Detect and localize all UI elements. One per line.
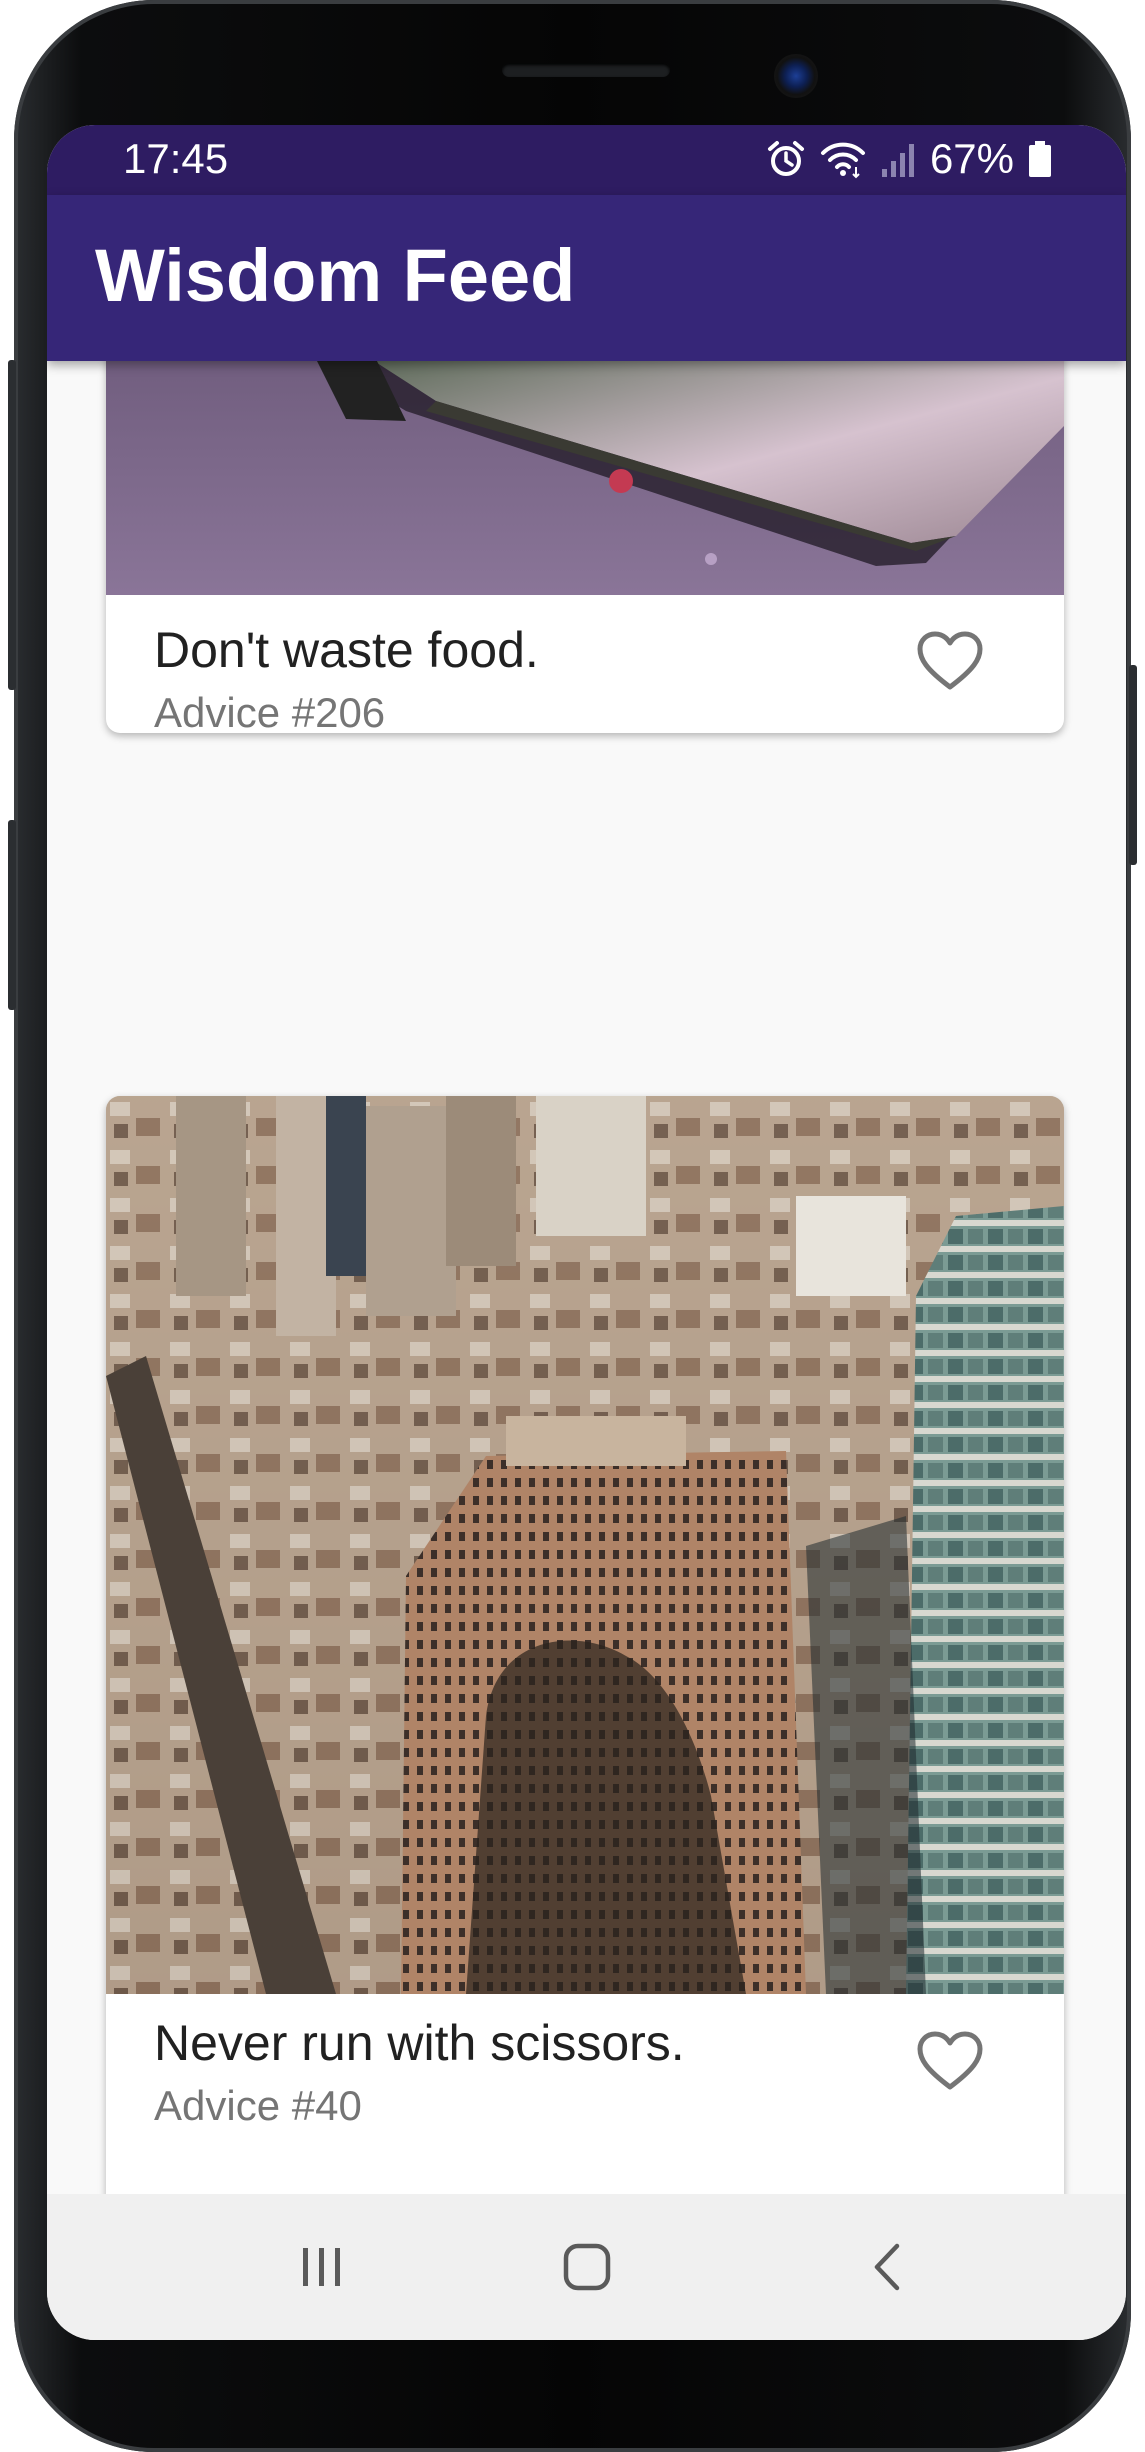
bixby-button	[8, 820, 16, 1010]
status-icons: 67%	[766, 135, 1052, 183]
signal-icon	[880, 139, 916, 179]
phone-frame: 17:45 67% Wisdom Feed Don't waste food. …	[8, 0, 1137, 2452]
front-camera	[774, 54, 818, 98]
wifi-icon	[820, 139, 866, 179]
home-icon[interactable]	[547, 2234, 627, 2300]
earpiece-speaker	[502, 63, 670, 77]
heart-outline-icon[interactable]	[916, 2031, 984, 2093]
battery-percent: 67%	[929, 135, 1014, 182]
card-image	[106, 361, 1064, 595]
advice-card[interactable]: Never run with scissors. Advice #40	[106, 1096, 1064, 2194]
alarm-icon	[766, 139, 806, 179]
app-bar: Wisdom Feed	[47, 195, 1126, 361]
system-nav-bar	[47, 2194, 1126, 2340]
card-image	[106, 1096, 1064, 1994]
app-title: Wisdom Feed	[95, 234, 576, 317]
status-time: 17:45	[123, 135, 229, 182]
advice-feed[interactable]: Don't waste food. Advice #206 Never run …	[47, 361, 1126, 2194]
advice-text: Never run with scissors.	[154, 2015, 685, 2071]
power-button	[1129, 665, 1137, 865]
heart-outline-icon[interactable]	[916, 631, 984, 693]
advice-number: Advice #40	[154, 2082, 362, 2129]
advice-card[interactable]: Don't waste food. Advice #206	[106, 361, 1064, 733]
advice-text: Don't waste food.	[154, 622, 539, 678]
battery-icon	[1028, 139, 1052, 179]
screen: 17:45 67% Wisdom Feed Don't waste food. …	[47, 125, 1126, 2340]
recent-apps-icon[interactable]	[282, 2234, 362, 2300]
status-bar: 17:45 67%	[47, 125, 1126, 195]
back-icon[interactable]	[847, 2234, 927, 2300]
advice-number: Advice #206	[154, 689, 386, 733]
volume-button	[8, 360, 16, 690]
